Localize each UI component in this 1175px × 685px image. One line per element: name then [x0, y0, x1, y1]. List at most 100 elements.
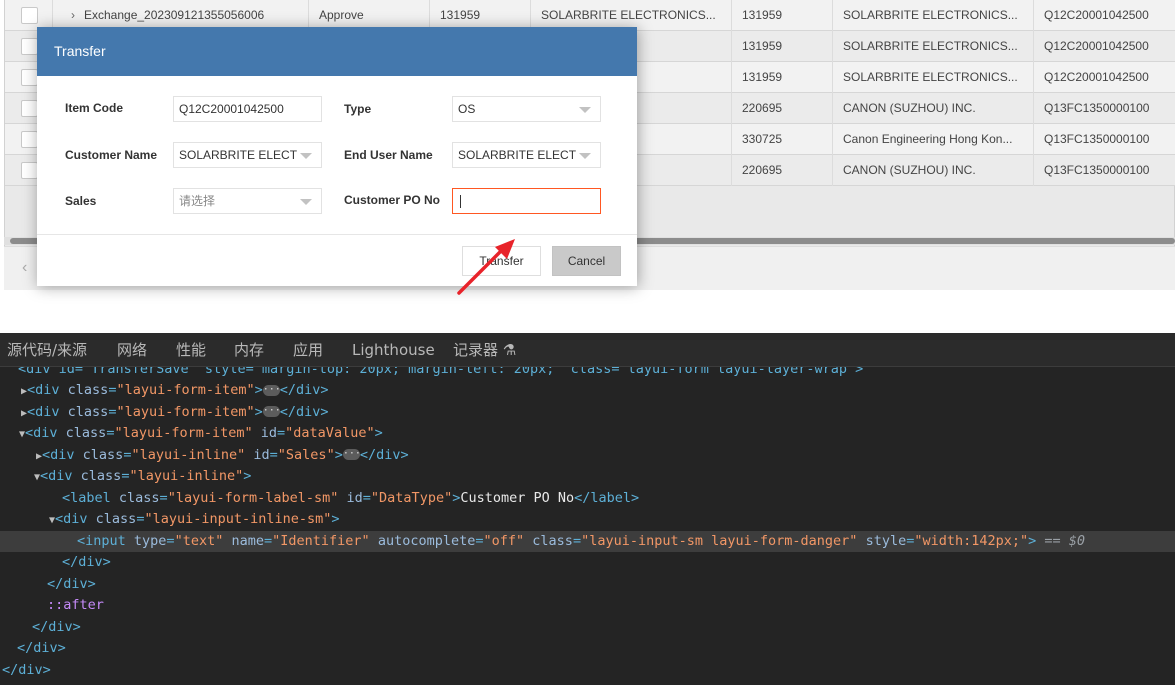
code2-cell: 330725 [732, 124, 833, 155]
cust2-cell: CANON (SUZHOU) INC. [833, 155, 1034, 186]
sales-placeholder: 请选择 [179, 194, 216, 208]
item-cell: Q13FC1350000100 [1044, 163, 1150, 177]
dom-line[interactable]: <div id="TransferSave" style="margin-top… [0, 367, 1175, 381]
tab-performance[interactable]: 性能 [176, 333, 206, 367]
sales-label: Sales [65, 194, 97, 208]
code2-cell: 220695 [732, 93, 833, 124]
tab-lighthouse[interactable]: Lighthouse [352, 333, 435, 367]
item-code-value: Q12C20001042500 [179, 102, 284, 116]
attr-value: "width:142px;" [914, 532, 1029, 549]
dom-line[interactable]: <label class="layui-form-label-sm" id="D… [0, 488, 1175, 510]
dom-line[interactable]: </div> [0, 574, 1175, 596]
tag: <label [62, 489, 119, 506]
tab-sources[interactable]: 源代码/来源 [7, 333, 87, 367]
attr-name: id [253, 446, 270, 463]
attr-name: class [118, 489, 160, 506]
row-checkbox[interactable] [21, 100, 38, 117]
attr-name: class [65, 425, 107, 441]
caret-down-icon [300, 199, 312, 205]
code2-cell: 131959 [732, 62, 833, 93]
attr-value: "Identifier" [272, 532, 370, 549]
attr-value: "layui-form-item" [116, 382, 255, 398]
dom-line[interactable]: </div> [0, 660, 1175, 682]
cust2-cell: SOLARBRITE ELECTRONICS... [833, 62, 1034, 93]
dialog-title: Transfer [54, 43, 106, 59]
attr-value: "layui-form-item" [116, 403, 255, 420]
end-user-name-select[interactable]: SOLARBRITE ELECTRONICS [452, 142, 601, 168]
attr-name: id [346, 489, 363, 506]
transfer-dialog: Transfer Item Code Q12C20001042500 Type … [37, 27, 637, 295]
dialog-header: Transfer [37, 27, 637, 76]
dom-line[interactable]: </div> [0, 617, 1175, 639]
row-checkbox[interactable] [21, 69, 38, 86]
tag: </div> [359, 446, 409, 463]
sales-select[interactable]: 请选择 [173, 188, 322, 214]
item-cell: Q12C20001042500 [1044, 39, 1149, 53]
tab-network[interactable]: 网络 [117, 333, 147, 367]
tag: </div> [279, 403, 329, 420]
item-code-input[interactable]: Q12C20001042500 [173, 96, 322, 122]
dom-line[interactable]: ▶<div class="layui-form-item">···</div> [0, 402, 1175, 424]
tab-recorder[interactable]: 记录器 ⚗ [453, 333, 516, 367]
type-value: OS [458, 102, 476, 116]
cust2-cell: SOLARBRITE ELECTRONICS... [833, 0, 1034, 31]
attr-name: name [231, 532, 264, 549]
cancel-button[interactable]: Cancel [552, 246, 621, 276]
attr-name: class [80, 468, 122, 484]
tag: <div [40, 468, 81, 484]
chevron-left-icon[interactable]: ‹ [22, 259, 27, 277]
end-user-name-label: End User Name [344, 148, 433, 162]
ellipsis-icon[interactable]: ··· [342, 449, 361, 460]
caret-down-icon [579, 153, 591, 159]
dom-line[interactable]: ▼<div class="layui-input-inline-sm"> [0, 509, 1175, 531]
customer-name-value: SOLARBRITE ELECTRONICS [179, 148, 297, 162]
code2-cell: 131959 [732, 0, 833, 31]
tag: <div [27, 403, 68, 420]
customer-name-select[interactable]: SOLARBRITE ELECTRONICS [173, 142, 322, 168]
code2-cell: 131959 [732, 31, 833, 62]
customer-po-input[interactable] [452, 188, 601, 214]
text-node: Customer PO No [460, 489, 575, 506]
attr-name: class [95, 511, 137, 527]
row-checkbox[interactable] [21, 38, 38, 55]
ellipsis-icon[interactable]: ··· [262, 384, 281, 396]
dom-line[interactable]: ▼<div class="layui-inline"> [0, 466, 1175, 488]
attr-value: "off" [483, 532, 525, 549]
cust2-cell: Canon Engineering Hong Kon... [833, 124, 1034, 155]
tab-memory[interactable]: 内存 [234, 333, 264, 367]
dom-line[interactable]: ▶<div class="layui-inline" id="Sales">··… [0, 445, 1175, 467]
row-checkbox[interactable] [21, 162, 38, 179]
tab-application[interactable]: 应用 [293, 333, 323, 367]
attr-value: "text" [174, 532, 224, 549]
app-root: › Exchange_202309121355056006 Approve 13195… [0, 0, 1175, 685]
tag: <div [27, 382, 68, 398]
tag: </div> [279, 382, 329, 398]
attr-value: "DataType" [370, 489, 453, 506]
attr-value: "dataValue" [285, 425, 375, 441]
tag: <div [55, 511, 96, 527]
dom-line[interactable]: </div> [0, 638, 1175, 660]
code2-cell: 220695 [732, 155, 833, 186]
dom-line[interactable]: </div> [0, 552, 1175, 574]
attr-name: autocomplete [377, 532, 476, 549]
attr-name: class [67, 382, 109, 398]
tag: </div> [62, 554, 111, 570]
dom-line-selected[interactable]: <input type="text" name="Identifier" aut… [0, 530, 1175, 552]
item-cell: Q13FC1350000100 [1044, 132, 1150, 146]
dom-line[interactable]: ▼<div class="layui-form-item" id="dataVa… [0, 423, 1175, 445]
item-cell: Q12C20001042500 [1044, 70, 1149, 84]
attr-name: style [865, 532, 907, 549]
type-select[interactable]: OS [452, 96, 601, 122]
row-checkbox[interactable] [21, 131, 38, 148]
dom-line[interactable]: ▶<div class="layui-form-item">···</div> [0, 380, 1175, 402]
type-label: Type [344, 102, 372, 116]
attr-value: "layui-input-inline-sm" [144, 511, 332, 527]
annotation-arrow-icon [457, 239, 515, 295]
elements-tree: <div id="TransferSave" style="margin-top… [0, 367, 1175, 685]
row-checkbox[interactable] [21, 7, 38, 24]
tag: <div [42, 446, 83, 463]
dom-line[interactable]: ::after [0, 595, 1175, 617]
attr-value: "Sales" [277, 446, 335, 463]
ellipsis-icon[interactable]: ··· [262, 406, 281, 417]
attr-value: "layui-form-label-sm" [167, 489, 339, 506]
